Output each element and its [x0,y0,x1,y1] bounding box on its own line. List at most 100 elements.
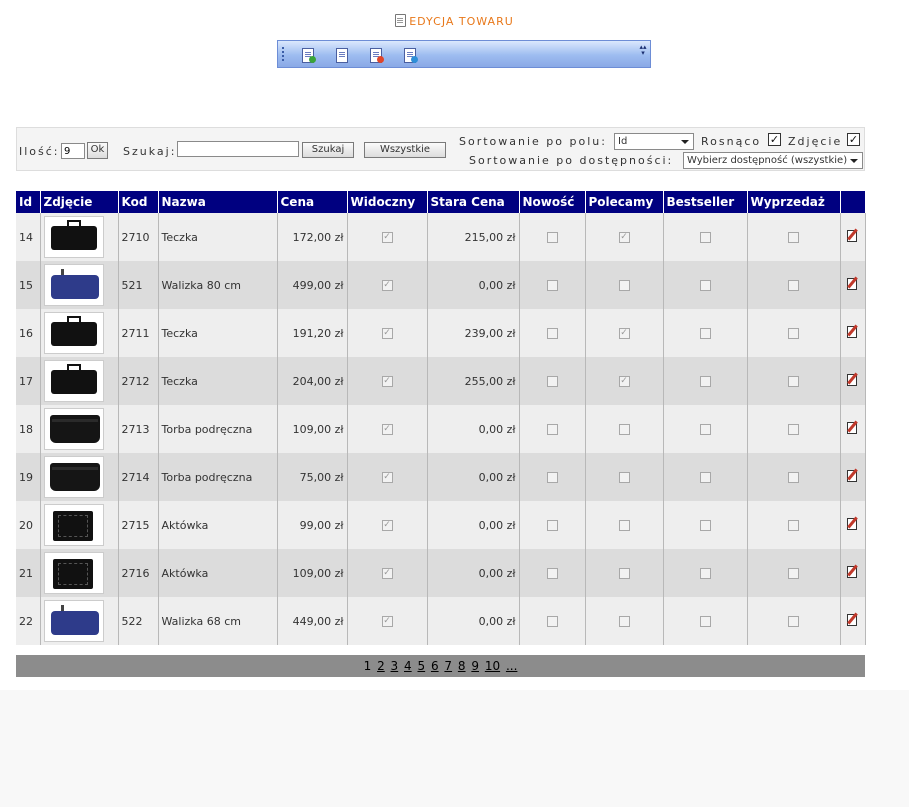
ascending-checkbox[interactable]: ✓ [768,133,781,146]
recommended-checkbox[interactable] [618,472,630,483]
recommended-checkbox[interactable]: ✓ [618,328,630,339]
edit-icon[interactable] [846,228,860,243]
product-thumbnail[interactable] [43,216,104,258]
product-thumbnail[interactable] [43,504,104,546]
edit-icon[interactable] [846,516,860,531]
new-cell [519,357,586,405]
visible-checkbox[interactable]: ✓ [381,424,393,435]
photo-cell [40,309,119,357]
bestseller-checkbox[interactable] [699,376,711,387]
sort-field-select[interactable]: Id [614,133,694,150]
edit-icon[interactable] [846,276,860,291]
sale-checkbox[interactable] [788,616,799,627]
sale-checkbox[interactable] [788,520,799,531]
new-checkbox[interactable] [546,520,558,531]
product-thumbnail[interactable] [43,408,104,450]
bestseller-checkbox[interactable] [699,328,711,339]
bestseller-checkbox[interactable] [699,280,711,291]
edit-cell [840,549,866,597]
new-document-icon[interactable] [300,47,316,63]
toolbar-grip[interactable] [282,47,284,63]
product-thumbnail[interactable] [43,552,104,594]
visible-checkbox[interactable]: ✓ [381,328,393,339]
sale-checkbox[interactable] [788,328,799,339]
visible-checkbox[interactable]: ✓ [381,472,393,483]
bestseller-checkbox[interactable] [699,424,711,435]
page-link[interactable]: 10 [485,659,500,673]
page-link[interactable]: 4 [404,659,412,673]
page-link[interactable]: 2 [377,659,385,673]
sale-cell [747,597,841,645]
visible-checkbox[interactable]: ✓ [381,232,393,243]
sale-checkbox[interactable] [788,280,799,291]
new-checkbox[interactable] [546,328,558,339]
recommended-checkbox[interactable] [618,280,630,291]
bestseller-checkbox[interactable] [699,520,711,531]
edit-document-icon[interactable] [334,47,350,63]
bestseller-checkbox[interactable] [699,232,711,243]
search-input[interactable] [177,141,299,157]
recommended-checkbox[interactable] [618,424,630,435]
new-checkbox[interactable] [546,376,558,387]
recommended-checkbox[interactable] [618,616,630,627]
new-checkbox[interactable] [546,616,558,627]
product-thumbnail[interactable] [43,360,104,402]
page-link[interactable]: 9 [471,659,479,673]
sale-checkbox[interactable] [788,568,799,579]
edit-icon[interactable] [846,324,860,339]
page-link[interactable]: 6 [431,659,439,673]
edit-icon[interactable] [846,372,860,387]
product-thumbnail[interactable] [43,600,104,642]
all-button[interactable]: Wszystkie [364,142,446,158]
ok-button[interactable]: Ok [87,142,108,159]
product-thumbnail[interactable] [43,264,104,306]
search-button[interactable]: Szukaj [302,142,354,158]
new-checkbox[interactable] [546,568,558,579]
recommended-checkbox[interactable] [618,520,630,531]
new-checkbox[interactable] [546,472,558,483]
bestseller-checkbox[interactable] [699,472,711,483]
page-link[interactable]: 7 [444,659,452,673]
new-checkbox[interactable] [546,424,558,435]
recommended-checkbox[interactable]: ✓ [618,376,630,387]
sale-checkbox[interactable] [788,424,799,435]
quantity-input[interactable] [61,143,85,159]
availability-select[interactable]: Wybierz dostępność (wszystkie) [683,152,863,169]
visible-checkbox[interactable]: ✓ [381,568,393,579]
new-checkbox[interactable] [546,280,558,291]
name-cell: Teczka [158,213,278,261]
recommended-checkbox[interactable]: ✓ [618,232,630,243]
sale-checkbox[interactable] [788,232,799,243]
product-image [50,220,97,250]
visible-checkbox[interactable]: ✓ [381,376,393,387]
page-link[interactable]: ... [506,659,517,673]
page-link[interactable]: 5 [417,659,425,673]
visible-checkbox[interactable]: ✓ [381,280,393,291]
bestseller-checkbox[interactable] [699,616,711,627]
name-cell: Teczka [158,357,278,405]
products-table: Id Zdjęcie Kod Nazwa Cena Widoczny Stara… [16,191,866,645]
new-checkbox[interactable] [546,232,558,243]
product-thumbnail[interactable] [43,456,104,498]
id-cell: 22 [16,597,41,645]
edit-icon[interactable] [846,564,860,579]
edit-icon[interactable] [846,420,860,435]
delete-document-icon[interactable] [368,47,384,63]
bestseller-checkbox[interactable] [699,568,711,579]
page-link[interactable]: 8 [458,659,466,673]
price-cell: 191,20 zł [277,309,348,357]
bestseller-cell [663,213,748,261]
edit-icon[interactable] [846,468,860,483]
sale-checkbox[interactable] [788,376,799,387]
edit-icon[interactable] [846,612,860,627]
add-document-icon[interactable] [402,47,418,63]
product-image [49,415,100,443]
toolbar-chevron-icon[interactable]: ▴▴ ▾ [639,44,647,64]
product-thumbnail[interactable] [43,312,104,354]
visible-checkbox[interactable]: ✓ [381,616,393,627]
visible-checkbox[interactable]: ✓ [381,520,393,531]
page-link[interactable]: 3 [391,659,399,673]
recommended-checkbox[interactable] [618,568,630,579]
photo-checkbox[interactable]: ✓ [847,133,860,146]
sale-checkbox[interactable] [788,472,799,483]
